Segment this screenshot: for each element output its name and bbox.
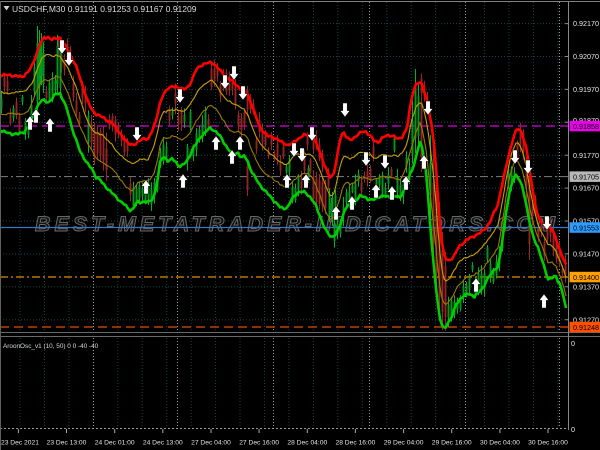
- svg-text:0.92070: 0.92070: [573, 52, 599, 61]
- svg-text:0.91970: 0.91970: [573, 85, 599, 94]
- svg-text:0.91248: 0.91248: [573, 323, 599, 332]
- svg-text:29 Dec 16:00: 29 Dec 16:00: [432, 440, 472, 447]
- svg-text:23 Dec 13:00: 23 Dec 13:00: [47, 440, 87, 447]
- svg-text:30 Dec 16:00: 30 Dec 16:00: [528, 440, 568, 447]
- svg-text:0.91858: 0.91858: [573, 122, 599, 131]
- svg-text:28 Dec 16:00: 28 Dec 16:00: [336, 440, 376, 447]
- svg-text:24 Dec 13:00: 24 Dec 13:00: [143, 440, 183, 447]
- svg-text:30 Dec 04:00: 30 Dec 04:00: [480, 440, 520, 447]
- svg-text:0.92170: 0.92170: [573, 19, 599, 28]
- svg-text:23 Dec 2021: 23 Dec 2021: [1, 440, 39, 447]
- svg-text:29 Dec 04:00: 29 Dec 04:00: [384, 440, 424, 447]
- svg-text:27 Dec 16:00: 27 Dec 16:00: [239, 440, 279, 447]
- svg-text:24 Dec 01:00: 24 Dec 01:00: [95, 440, 135, 447]
- svg-text:28 Dec 04:00: 28 Dec 04:00: [287, 440, 327, 447]
- svg-text:0: 0: [571, 425, 575, 434]
- svg-text:0.91370: 0.91370: [573, 282, 599, 291]
- svg-text:0.91670: 0.91670: [573, 184, 599, 193]
- svg-text:0.91553: 0.91553: [573, 224, 599, 233]
- svg-text:0.91400: 0.91400: [573, 273, 599, 282]
- svg-text:0: 0: [571, 339, 575, 348]
- svg-text:0.91705: 0.91705: [573, 173, 599, 182]
- svg-text:0.91770: 0.91770: [573, 151, 599, 160]
- svg-text:0.91470: 0.91470: [573, 250, 599, 259]
- svg-text:USDCHF,M30 0.91191 0.91253 0.: USDCHF,M30 0.91191 0.91253 0.91167 0.912…: [12, 4, 197, 14]
- svg-text:AroonOsc_v1 (10, 50) 0 0 -40 -: AroonOsc_v1 (10, 50) 0 0 -40 -40: [3, 343, 99, 350]
- svg-text:27 Dec 04:00: 27 Dec 04:00: [191, 440, 231, 447]
